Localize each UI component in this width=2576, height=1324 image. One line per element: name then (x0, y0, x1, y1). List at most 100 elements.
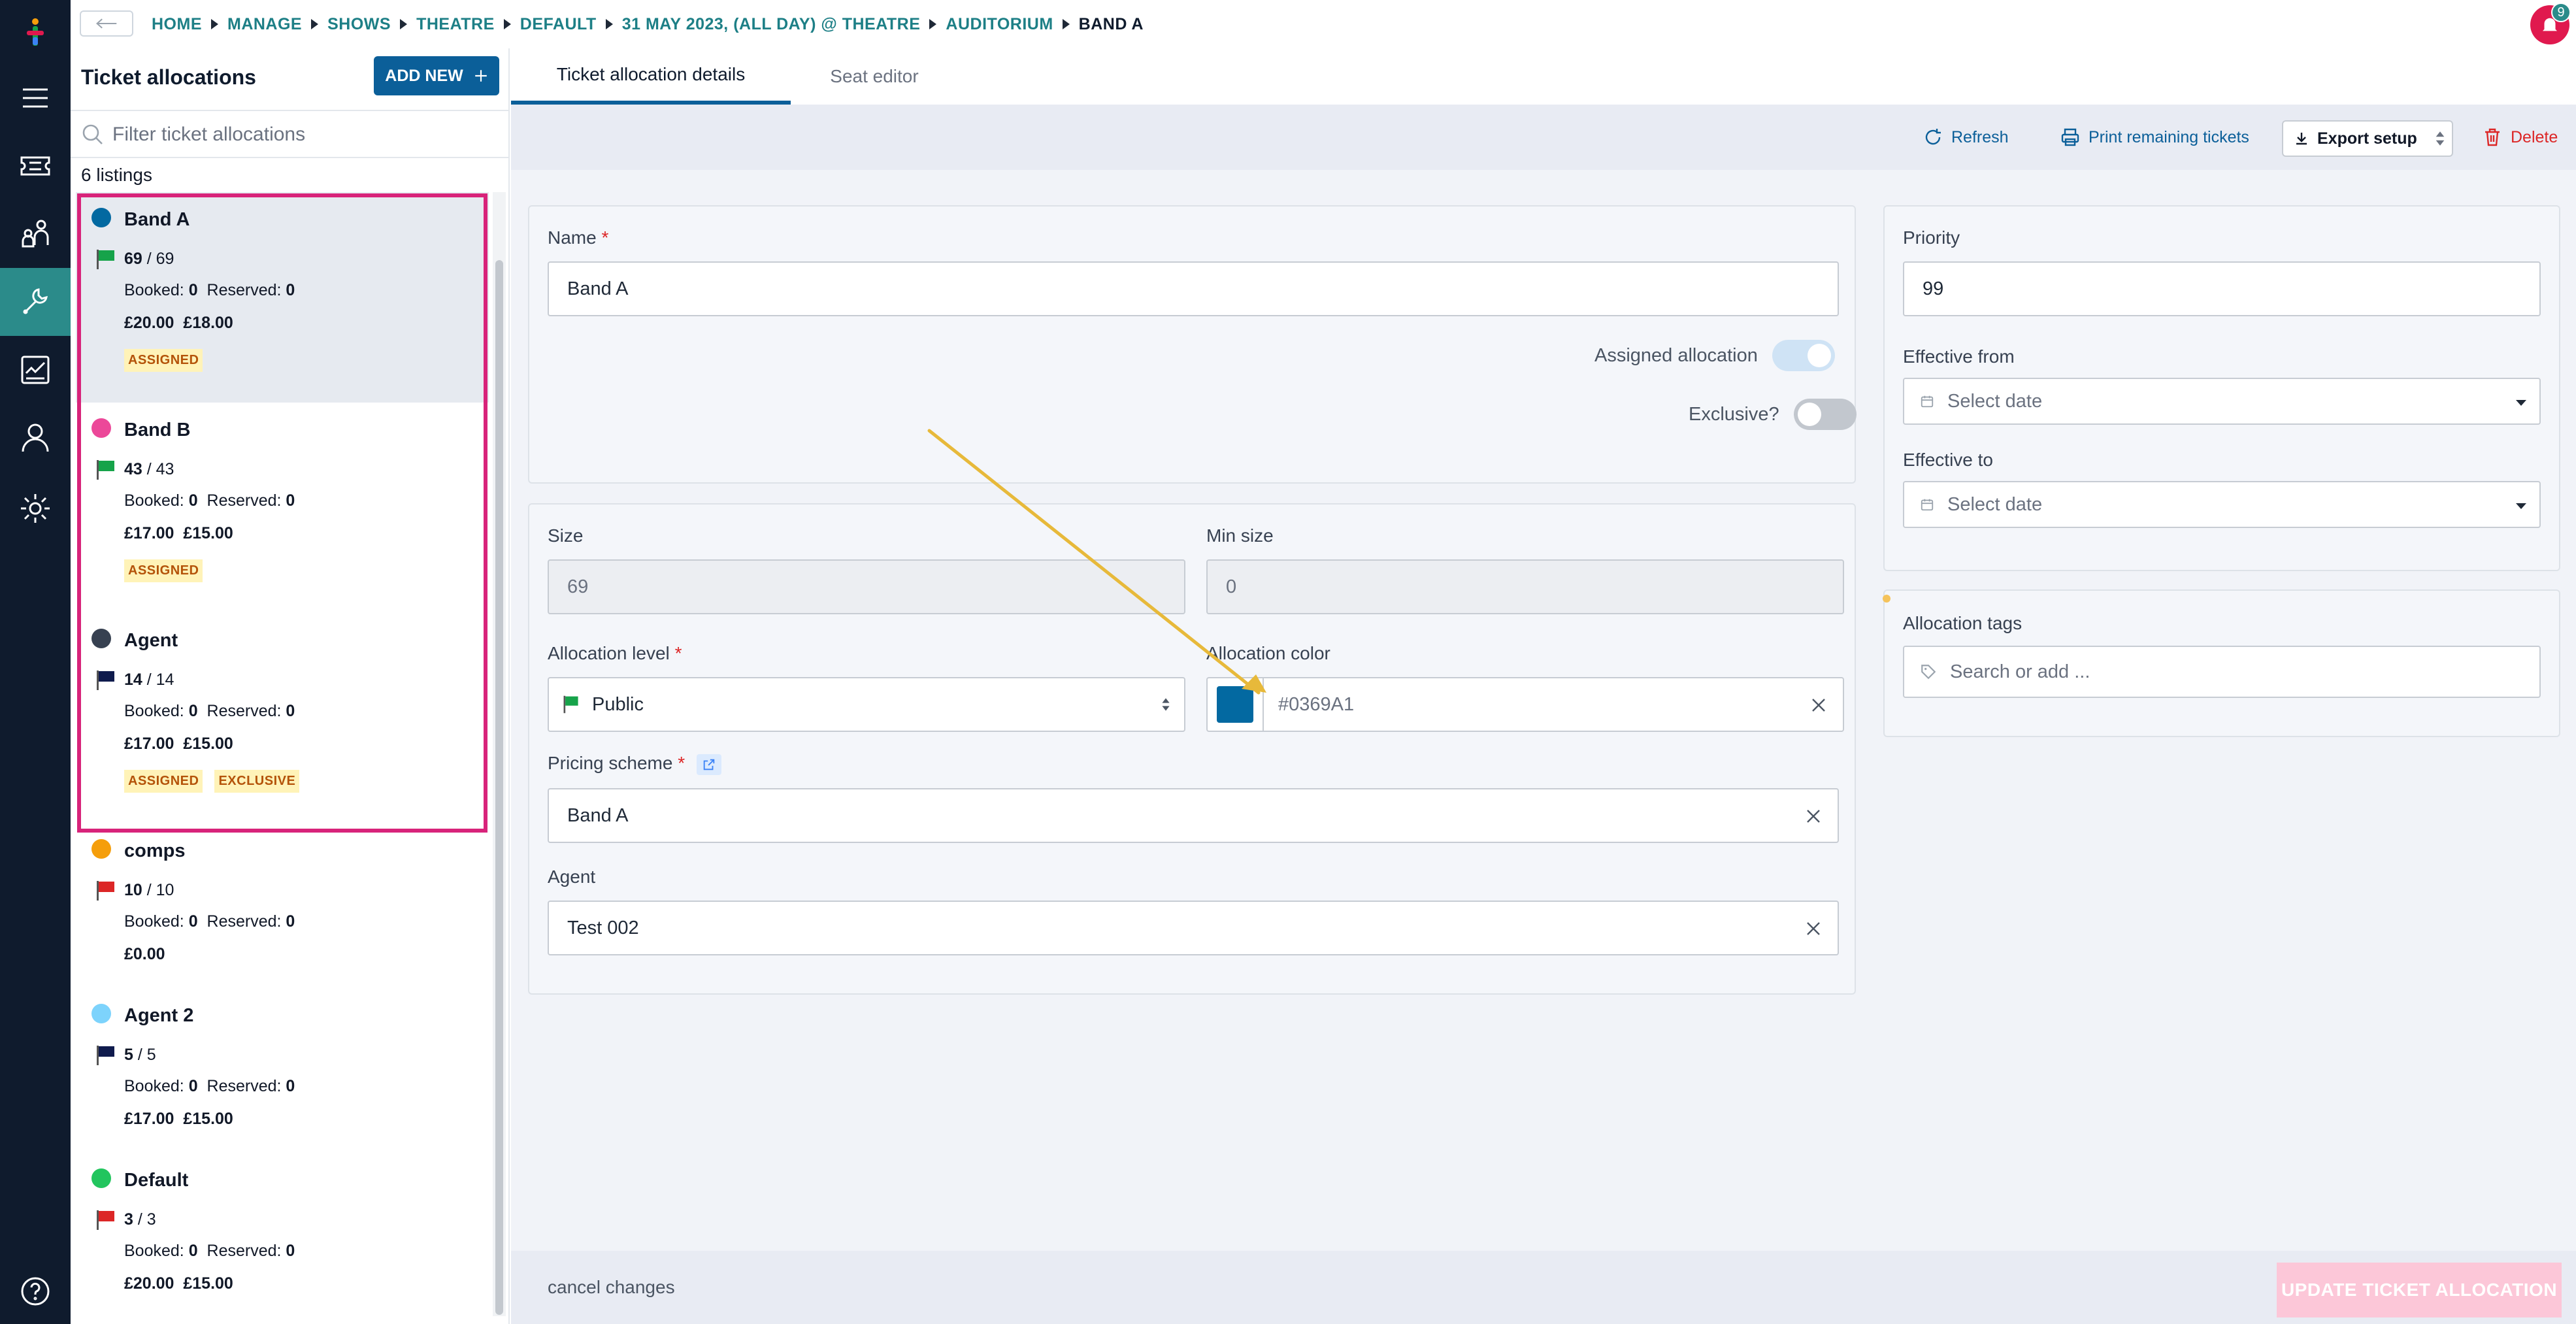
clear-icon[interactable] (1804, 806, 1823, 826)
allocation-tags: ASSIGNED (124, 559, 203, 582)
menu-button[interactable] (0, 64, 71, 132)
add-new-button[interactable]: ADD NEW (374, 56, 499, 95)
breadcrumb-link[interactable]: HOME (152, 15, 202, 34)
allocation-name: Band B (124, 420, 191, 440)
allocation-tags-input[interactable]: Search or add ... (1903, 646, 2541, 698)
allocation-list-panel: Ticket allocations ADD NEW 6 listings Ba… (71, 48, 510, 1324)
exclusive-row: Exclusive? (1689, 399, 1857, 430)
allocation-list-item[interactable]: Band A 69 / 69 Booked: 0 Reserved: 0 £20.00… (76, 192, 489, 403)
allocation-prices: £17.00 £15.00 (124, 735, 233, 753)
assigned-allocation-toggle[interactable] (1772, 340, 1835, 371)
size-label: Size (548, 525, 584, 546)
update-allocation-button[interactable]: UPDATE TICKET ALLOCATION (2277, 1263, 2562, 1317)
tab-seat-editor[interactable]: Seat editor (791, 48, 958, 105)
allocation-count: 10 / 10 (124, 881, 174, 899)
allocation-tags-placeholder: Search or add ... (1950, 661, 2090, 682)
pricing-scheme-value: Band A (567, 804, 629, 826)
search-icon (82, 124, 103, 144)
refresh-button[interactable]: Refresh (1923, 123, 2009, 152)
tag-icon (1921, 665, 1936, 680)
chevron-right-icon (1062, 19, 1070, 29)
report-icon (21, 356, 50, 384)
allocation-count: 5 / 5 (124, 1046, 156, 1064)
scrollbar-thumb[interactable] (495, 260, 503, 1315)
printer-icon (2061, 128, 2079, 146)
effective-to-picker[interactable]: Select date (1903, 481, 2541, 528)
allocation-list-item[interactable]: Default 3 / 3 Booked: 0 Reserved: 0 £20.00 … (76, 1153, 489, 1324)
breadcrumb-current: BAND A (1078, 14, 1144, 33)
status-badge: EXCLUSIVE (214, 770, 300, 793)
filter-bar (71, 110, 508, 158)
effective-from-picker[interactable]: Select date (1903, 378, 2541, 425)
exclusive-toggle[interactable] (1793, 399, 1857, 430)
allocation-list-item[interactable]: Band B 43 / 43 Booked: 0 Reserved: 0 £17.00… (76, 403, 489, 613)
wrench-icon (23, 288, 48, 314)
delete-button[interactable]: Delete (2482, 123, 2558, 152)
rail-reports[interactable] (0, 336, 71, 404)
calendar-icon (1921, 395, 1934, 408)
top-bar: HOME MANAGE SHOWS THEATRE DEFAULT 31 MAY 2023… (71, 0, 2576, 48)
allocation-booking-stats: Booked: 0 Reserved: 0 (124, 1077, 295, 1095)
effective-from-label: Effective from (1903, 346, 2015, 367)
effective-to-placeholder: Select date (1947, 493, 2043, 515)
agent-value: Test 002 (567, 917, 639, 938)
allocation-level-value: Public (592, 693, 644, 715)
priority-label: Priority (1903, 227, 1960, 248)
hamburger-icon (23, 88, 48, 108)
priority-input[interactable]: 99 (1903, 261, 2541, 316)
allocation-count: 69 / 69 (124, 250, 174, 268)
ticket-icon (20, 156, 50, 176)
filter-input[interactable] (112, 120, 491, 149)
name-label: Name * (548, 227, 609, 248)
flag-icon (97, 1046, 114, 1065)
clear-icon[interactable] (1809, 695, 1828, 715)
agent-input[interactable]: Test 002 (548, 901, 1839, 955)
breadcrumb-link[interactable]: MANAGE (227, 15, 302, 34)
allocation-booking-stats: Booked: 0 Reserved: 0 (124, 702, 295, 720)
breadcrumb: HOME MANAGE SHOWS THEATRE DEFAULT 31 MAY 2023… (152, 13, 1144, 35)
breadcrumb-link[interactable]: DEFAULT (520, 15, 597, 34)
open-pricing-link[interactable] (696, 753, 721, 775)
rail-account[interactable] (0, 404, 71, 472)
user-icon (22, 423, 49, 452)
allocation-booking-stats: Booked: 0 Reserved: 0 (124, 912, 295, 931)
rail-users[interactable] (0, 200, 71, 268)
breadcrumb-link[interactable]: 31 MAY 2023, (ALL DAY) @ THEATRE (622, 15, 921, 34)
status-badge: ASSIGNED (124, 770, 203, 793)
toggle-knob (1797, 403, 1821, 426)
rail-tools[interactable] (0, 268, 71, 336)
footer-bar: cancel changes UPDATE TICKET ALLOCATION (511, 1251, 2576, 1324)
allocation-name: comps (124, 840, 186, 861)
logo[interactable] (0, 0, 71, 68)
agent-label: Agent (548, 867, 596, 887)
allocation-list-item[interactable]: Agent 14 / 14 Booked: 0 Reserved: 0 £17.00 … (76, 613, 489, 823)
breadcrumb-link[interactable]: AUDITORIUM (946, 15, 1053, 34)
list-scrollbar[interactable] (493, 192, 506, 1316)
allocation-prices: £20.00 £18.00 (124, 314, 233, 332)
effective-to-label: Effective to (1903, 450, 1994, 470)
pricing-scheme-input[interactable]: Band A (548, 788, 1839, 843)
rail-tickets[interactable] (0, 132, 71, 200)
breadcrumb-link[interactable]: SHOWS (327, 15, 391, 34)
export-setup-button[interactable]: Export setup (2282, 120, 2453, 157)
rail-settings[interactable] (0, 474, 71, 542)
chevron-right-icon (211, 19, 218, 29)
priority-card: Priority 99 Effective from Select date E… (1883, 205, 2560, 571)
clear-icon[interactable] (1804, 919, 1823, 938)
allocation-color-dot (91, 1004, 111, 1023)
allocation-booking-stats: Booked: 0 Reserved: 0 (124, 1242, 295, 1260)
assigned-allocation-label: Assigned allocation (1594, 344, 1758, 366)
back-button[interactable] (80, 10, 133, 37)
rail-help[interactable] (0, 1257, 71, 1324)
allocation-count: 3 / 3 (124, 1210, 156, 1229)
flag-icon (563, 695, 578, 714)
cancel-changes-button[interactable]: cancel changes (548, 1277, 675, 1298)
breadcrumb-link[interactable]: THEATRE (416, 15, 495, 34)
action-toolbar: Refresh Print remaining tickets Export s… (511, 105, 2576, 170)
name-input[interactable]: Band A (548, 261, 1839, 316)
tab-allocation-details[interactable]: Ticket allocation details (511, 48, 791, 105)
notifications[interactable]: 9 (2528, 3, 2571, 44)
effective-from-placeholder: Select date (1947, 390, 2043, 412)
allocation-prices: £17.00 £15.00 (124, 524, 233, 542)
print-button[interactable]: Print remaining tickets (2060, 123, 2249, 152)
